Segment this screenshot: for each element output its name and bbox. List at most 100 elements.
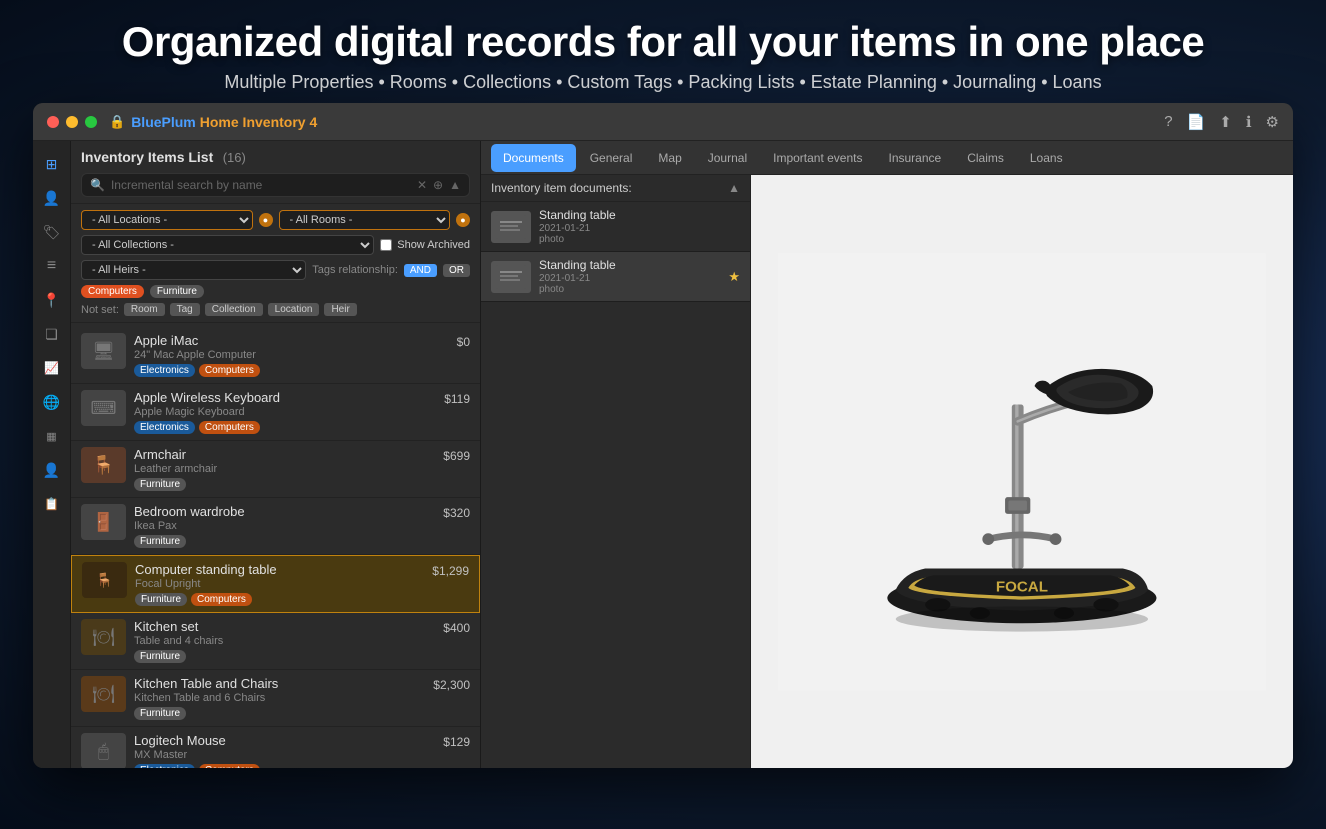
- sidebar-icon-copy[interactable]: ❏: [37, 319, 67, 349]
- svg-text:FOCAL: FOCAL: [996, 578, 1048, 595]
- docs-expand-icon[interactable]: ▲: [728, 181, 740, 195]
- sidebar-icon-user[interactable]: 👤: [37, 455, 67, 485]
- or-button[interactable]: OR: [443, 264, 470, 277]
- sidebar-icon-spreadsheet[interactable]: ▦: [37, 421, 67, 451]
- list-item[interactable]: 🖥 Apple iMac 24" Mac Apple Computer Elec…: [71, 327, 480, 384]
- tab-loans[interactable]: Loans: [1018, 144, 1075, 172]
- rooms-badge: ●: [456, 213, 470, 227]
- search-expand-icon[interactable]: ▲: [449, 178, 461, 192]
- list-item[interactable]: 🍽 Kitchen Table and Chairs Kitchen Table…: [71, 670, 480, 727]
- tag-electronics: Electronics: [134, 364, 195, 377]
- info-icon[interactable]: ℹ: [1246, 113, 1252, 131]
- share-icon[interactable]: ⬆: [1219, 113, 1232, 131]
- hero-title: Organized digital records for all your i…: [0, 18, 1326, 66]
- item-tags: Furniture: [134, 478, 435, 491]
- doc-thumb: [491, 211, 531, 243]
- doc-name: Standing table: [539, 208, 740, 222]
- collection-filter-tag[interactable]: Collection: [205, 303, 263, 316]
- show-archived-checkbox[interactable]: [380, 239, 392, 251]
- tab-insurance[interactable]: Insurance: [877, 144, 954, 172]
- doc-info: Standing table 2021-01-21 photo: [539, 208, 740, 245]
- doc-name: Home Inventory 4: [200, 114, 317, 130]
- item-thumb: 🪑: [82, 562, 127, 598]
- heir-filter-tag[interactable]: Heir: [324, 303, 356, 316]
- item-sub: Kitchen Table and 6 Chairs: [134, 692, 425, 704]
- item-thumb: 🍽: [81, 619, 126, 655]
- sidebar-icon-location[interactable]: 📍: [37, 285, 67, 315]
- tag-furniture: Furniture: [134, 535, 186, 548]
- tab-map[interactable]: Map: [646, 144, 693, 172]
- help-icon[interactable]: ?: [1164, 113, 1172, 131]
- tag-electronics: Electronics: [134, 421, 195, 434]
- tags-rel-label: Tags relationship:: [312, 264, 398, 276]
- item-price: $1,299: [432, 564, 469, 578]
- doc-item-starred[interactable]: Standing table 2021-01-21 photo ★: [481, 252, 750, 302]
- filters: - All Locations - ● - All Rooms - ● - Al…: [71, 204, 480, 323]
- collections-filter[interactable]: - All Collections -: [81, 235, 374, 255]
- doc-date: 2021-01-21: [539, 223, 740, 234]
- tag-furniture: Furniture: [134, 478, 186, 491]
- lock-icon: 🔒: [109, 114, 125, 130]
- item-info: Kitchen set Table and 4 chairs Furniture: [134, 619, 435, 663]
- doc-icon[interactable]: 📄: [1187, 113, 1206, 131]
- doc-item[interactable]: Standing table 2021-01-21 photo: [481, 202, 750, 252]
- tag-electronics: Electronics: [134, 764, 195, 768]
- item-sub: Leather armchair: [134, 463, 435, 475]
- item-info: Apple iMac 24" Mac Apple Computer Electr…: [134, 333, 449, 377]
- tab-important-events[interactable]: Important events: [761, 144, 874, 172]
- item-tags: Furniture: [134, 707, 425, 720]
- items-count: (16): [223, 150, 246, 165]
- close-button[interactable]: [47, 116, 59, 128]
- locations-filter[interactable]: - All Locations -: [81, 210, 253, 230]
- sidebar-icon-globe[interactable]: 🌐: [37, 387, 67, 417]
- item-name: Logitech Mouse: [134, 733, 435, 748]
- minimize-button[interactable]: [66, 116, 78, 128]
- sidebar-icon-layers[interactable]: ≡: [37, 251, 67, 281]
- sidebar-icon-people[interactable]: 👤: [37, 183, 67, 213]
- list-item[interactable]: 🪑 Armchair Leather armchair Furniture $6…: [71, 441, 480, 498]
- furniture-tag[interactable]: Furniture: [150, 285, 204, 298]
- left-panel: Inventory Items List (16) 🔍 ✕ ⊕ ▲ - All …: [71, 141, 481, 768]
- search-clear-icon[interactable]: ✕: [417, 178, 427, 192]
- tab-claims[interactable]: Claims: [955, 144, 1016, 172]
- item-sub: 24" Mac Apple Computer: [134, 349, 449, 361]
- docs-list: Inventory item documents: ▲: [481, 175, 751, 768]
- sidebar-icon-clipboard[interactable]: 📋: [37, 489, 67, 519]
- tag-furniture: Furniture: [134, 707, 186, 720]
- item-thumb: 🍽: [81, 676, 126, 712]
- sidebar-icon-tag[interactable]: 🏷: [37, 217, 67, 247]
- gear-icon[interactable]: ⚙: [1266, 113, 1279, 131]
- item-sub: Ikea Pax: [134, 520, 435, 532]
- tag-computers: Computers: [199, 364, 260, 377]
- tab-general[interactable]: General: [578, 144, 645, 172]
- item-thumb: 🪑: [81, 447, 126, 483]
- sidebar-icons: ⊞ 👤 🏷 ≡ 📍 ❏ 📈 🌐 ▦ 👤 📋: [33, 141, 71, 768]
- computers-tag[interactable]: Computers: [81, 285, 144, 298]
- sidebar-icon-chart[interactable]: 📈: [37, 353, 67, 383]
- list-item-selected[interactable]: 🪑 Computer standing table Focal Upright …: [71, 555, 480, 613]
- heirs-filter[interactable]: - All Heirs -: [81, 260, 306, 280]
- search-input[interactable]: [111, 178, 411, 192]
- tab-journal[interactable]: Journal: [696, 144, 759, 172]
- location-filter-tag[interactable]: Location: [268, 303, 320, 316]
- list-item[interactable]: 🚪 Bedroom wardrobe Ikea Pax Furniture $3…: [71, 498, 480, 555]
- search-bar: 🔍 ✕ ⊕ ▲: [81, 173, 470, 197]
- list-item[interactable]: ⌨ Apple Wireless Keyboard Apple Magic Ke…: [71, 384, 480, 441]
- item-name: Computer standing table: [135, 562, 424, 577]
- list-item[interactable]: 🖱 Logitech Mouse MX Master Electronics C…: [71, 727, 480, 768]
- tab-documents[interactable]: Documents: [491, 144, 576, 172]
- search-filter-icon[interactable]: ⊕: [433, 178, 443, 192]
- and-button[interactable]: AND: [404, 264, 437, 277]
- items-list: 🖥 Apple iMac 24" Mac Apple Computer Elec…: [71, 323, 480, 768]
- room-filter-tag[interactable]: Room: [124, 303, 165, 316]
- maximize-button[interactable]: [85, 116, 97, 128]
- tag-filter-tag[interactable]: Tag: [170, 303, 200, 316]
- rooms-filter[interactable]: - All Rooms -: [279, 210, 451, 230]
- sidebar-icon-grid[interactable]: ⊞: [37, 149, 67, 179]
- list-item[interactable]: 🍽 Kitchen set Table and 4 chairs Furnitu…: [71, 613, 480, 670]
- locations-badge: ●: [259, 213, 273, 227]
- item-name: Bedroom wardrobe: [134, 504, 435, 519]
- not-set-label: Not set:: [81, 304, 119, 316]
- item-tags: Furniture Computers: [135, 593, 424, 606]
- detail-tabs: Documents General Map Journal Important …: [481, 141, 1293, 175]
